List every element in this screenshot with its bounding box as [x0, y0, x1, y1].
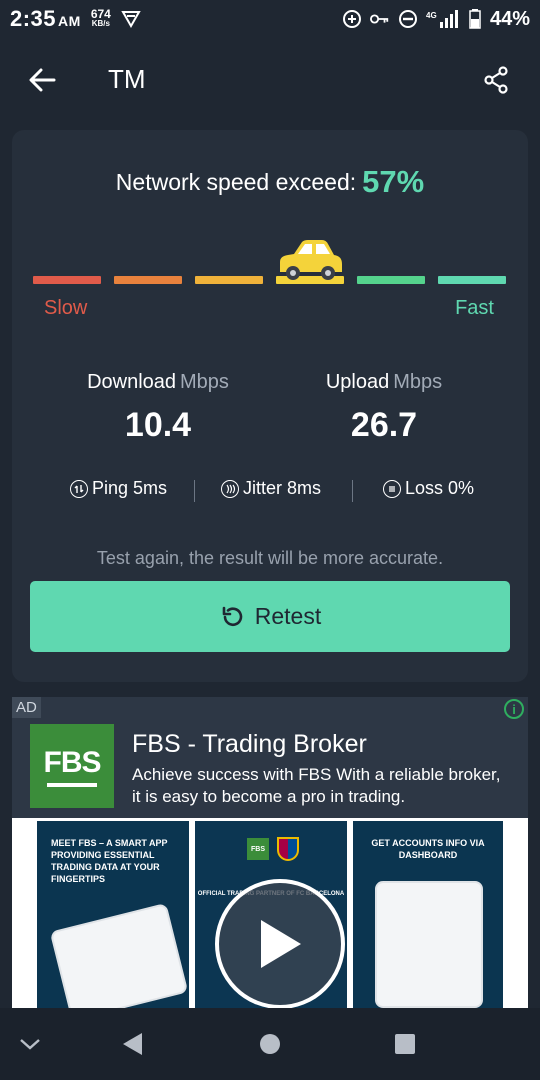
logo-underline	[47, 782, 97, 787]
key-icon	[369, 9, 390, 29]
fbs-logo-text: FBS	[43, 745, 102, 779]
result-card: Network speed exceed: 57% Slow Fast Downl…	[12, 130, 528, 682]
signal-icon: 4G	[426, 9, 460, 29]
car-icon	[280, 240, 342, 280]
play-icon	[261, 920, 301, 968]
upload-label: Upload	[325, 371, 390, 393]
upload-unit: Mbps	[393, 371, 443, 393]
status-time: 2:35 AM	[10, 6, 81, 32]
ad-panel-3-text: GET ACCOUNTS INFO VIA DASHBOARD	[371, 838, 485, 860]
ad-panel-3: GET ACCOUNTS INFO VIA DASHBOARD	[353, 821, 503, 1008]
nav-home-button[interactable]	[256, 1030, 284, 1058]
phone-image	[49, 902, 189, 1008]
status-bar: 2:35 AM 674 KB/s 4G 44%	[0, 0, 540, 38]
fast-label: Fast	[455, 297, 494, 319]
svg-text:4G: 4G	[426, 11, 437, 20]
mini-fbs-logo: FBS	[247, 838, 269, 860]
arrow-left-icon	[29, 68, 56, 92]
jitter-icon	[221, 479, 239, 498]
phone-image	[375, 881, 483, 1008]
ping-value: Ping 5ms	[92, 478, 168, 498]
do-not-disturb-icon	[398, 9, 418, 29]
jitter-value: Jitter 8ms	[243, 478, 322, 498]
stat-divider	[194, 480, 195, 502]
download-label: Download	[87, 371, 177, 393]
battery-icon	[468, 9, 482, 29]
nav-recents-button[interactable]	[391, 1030, 419, 1058]
retest-button[interactable]: Retest	[30, 581, 510, 652]
ad-banner[interactable]: AD i FBS FBS - Trading Broker Achieve su…	[12, 697, 528, 1008]
download-unit: Mbps	[180, 371, 229, 393]
retest-label: Retest	[254, 603, 322, 629]
fbs-logo: FBS	[30, 724, 114, 808]
system-nav-bar	[0, 1008, 540, 1080]
ad-header: AD i FBS FBS - Trading Broker Achieve su…	[12, 697, 528, 818]
ping-icon	[70, 479, 88, 498]
jitter-stat: Jitter 8ms	[221, 478, 321, 499]
triangle-back-icon	[123, 1033, 142, 1055]
play-button[interactable]	[215, 879, 345, 1008]
speed-gauge	[33, 276, 509, 286]
ad-title[interactable]: FBS - Trading Broker	[132, 730, 367, 759]
gauge-segment	[357, 276, 425, 284]
loss-value: Loss 0%	[405, 478, 475, 498]
loss-stat: Loss 0%	[383, 478, 474, 499]
loss-icon	[383, 479, 401, 498]
upload-label-row: Upload Mbps	[274, 371, 494, 394]
ad-badge: AD	[12, 697, 41, 718]
app-bar: TM	[0, 48, 540, 112]
partner-logos: FBS	[247, 837, 299, 861]
square-recents-icon	[395, 1034, 415, 1054]
chevron-down-icon	[20, 1039, 40, 1050]
gauge-segment	[195, 276, 263, 284]
headline-text: Network speed exceed:	[115, 169, 357, 195]
vpn-icon	[121, 9, 141, 29]
ad-video[interactable]: MEET FBS – A SMART APP PROVIDING ESSENTI…	[37, 821, 503, 1008]
download-metric: Download Mbps 10.4	[48, 371, 268, 445]
ping-stat: Ping 5ms	[70, 478, 167, 499]
stat-divider	[352, 480, 353, 502]
ad-panel-1-text: MEET FBS – A SMART APP PROVIDING ESSENTI…	[51, 838, 168, 884]
slow-label: Slow	[44, 297, 88, 319]
gauge-segment	[114, 276, 182, 284]
net-speed-value: 674	[90, 7, 111, 21]
net-speed-unit: KB/s	[91, 19, 110, 28]
gauge-segment	[438, 276, 506, 284]
share-button[interactable]	[478, 62, 514, 98]
status-time-value: 2:35	[10, 6, 57, 31]
page-title: TM	[108, 64, 146, 94]
ad-panel-1: MEET FBS – A SMART APP PROVIDING ESSENTI…	[37, 821, 189, 1008]
back-button[interactable]	[24, 62, 60, 98]
nav-collapse-button[interactable]	[16, 1030, 44, 1058]
refresh-icon	[219, 604, 245, 630]
status-left: 2:35 AM 674 KB/s	[10, 6, 141, 32]
data-saver-icon	[342, 9, 362, 29]
upload-metric: Upload Mbps 26.7	[274, 371, 494, 445]
ad-description: Achieve success with FBS With a reliable…	[132, 765, 501, 806]
accuracy-hint: Test again, the result will be more accu…	[96, 548, 444, 568]
download-label-row: Download Mbps	[48, 371, 268, 394]
info-icon[interactable]: i	[504, 699, 524, 719]
status-right: 4G 44%	[342, 8, 530, 31]
net-speed-indicator: 674 KB/s	[90, 7, 111, 29]
battery-level: 44%	[489, 7, 530, 30]
download-value: 10.4	[124, 406, 192, 444]
share-icon	[484, 66, 508, 94]
nav-back-button[interactable]	[118, 1030, 146, 1058]
fcb-crest-icon	[277, 837, 299, 861]
upload-value: 26.7	[350, 406, 418, 444]
speed-percentile: 57%	[362, 164, 425, 199]
circle-home-icon	[260, 1034, 280, 1054]
latency-stats: Ping 5ms Jitter 8ms Loss 0%	[12, 478, 528, 504]
gauge-segment	[33, 276, 101, 284]
status-ampm: AM	[58, 13, 81, 29]
speed-headline: Network speed exceed: 57%	[12, 164, 528, 200]
